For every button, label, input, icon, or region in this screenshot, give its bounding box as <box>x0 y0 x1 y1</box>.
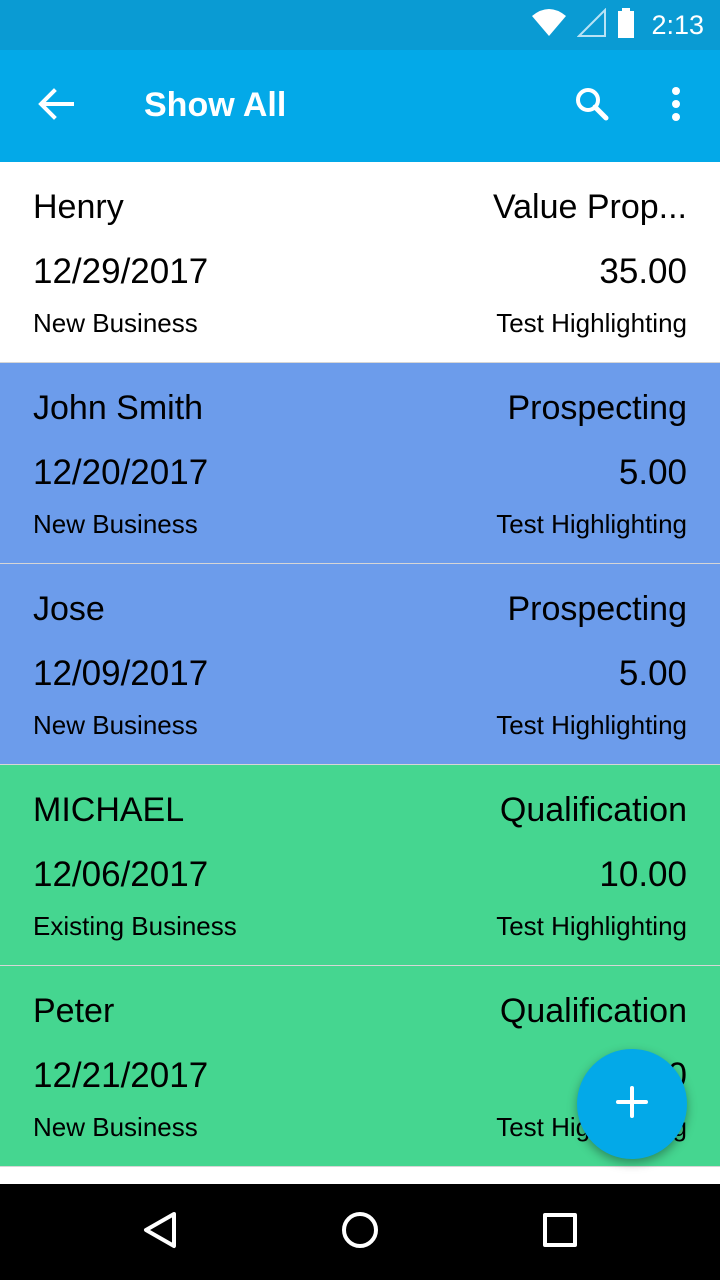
list-item[interactable]: John Smith Prospecting 12/20/2017 5.00 N… <box>0 363 720 564</box>
back-triangle-icon <box>140 1210 180 1255</box>
record-date: 12/20/2017 <box>33 453 209 492</box>
record-amount: 5.00 <box>618 453 687 492</box>
nav-recents-button[interactable] <box>524 1196 596 1268</box>
back-button[interactable] <box>24 78 88 134</box>
record-type: New Business <box>33 308 198 338</box>
record-name: John Smith <box>33 389 204 427</box>
page-title: Show All <box>144 86 287 124</box>
recents-square-icon <box>540 1210 580 1255</box>
record-type: New Business <box>33 509 198 539</box>
app-bar: Show All <box>0 50 720 162</box>
record-type: New Business <box>33 1112 198 1142</box>
record-name: Jose <box>33 590 105 628</box>
record-list[interactable]: Henry Value Prop... 12/29/2017 35.00 New… <box>0 162 720 1184</box>
more-options-button[interactable] <box>648 78 704 134</box>
nav-back-button[interactable] <box>124 1196 196 1268</box>
record-amount: 10.00 <box>599 855 687 894</box>
record-name: Peter <box>33 992 115 1030</box>
record-name: MICHAEL <box>33 791 185 829</box>
record-stage: Prospecting <box>507 590 687 628</box>
search-button[interactable] <box>560 78 624 134</box>
record-amount: 5.00 <box>618 654 687 693</box>
system-nav-bar <box>0 1184 720 1280</box>
record-type: New Business <box>33 710 198 740</box>
list-item[interactable]: Jose Prospecting 12/09/2017 5.00 New Bus… <box>0 564 720 765</box>
list-item[interactable]: MICHAEL Qualification 12/06/2017 10.00 E… <box>0 765 720 966</box>
record-tag: Test Highlighting <box>496 710 687 740</box>
add-icon <box>615 1085 649 1124</box>
home-circle-icon <box>340 1210 380 1255</box>
record-stage: Prospecting <box>507 389 687 427</box>
cell-signal-icon <box>577 7 607 43</box>
battery-icon <box>617 7 635 43</box>
record-tag: Test Highlighting <box>496 308 687 338</box>
record-date: 12/06/2017 <box>33 855 209 894</box>
record-date: 12/09/2017 <box>33 654 209 693</box>
add-record-button[interactable] <box>577 1049 687 1159</box>
back-arrow-icon <box>38 87 74 125</box>
wifi-icon <box>531 8 567 43</box>
record-stage: Qualification <box>499 791 687 829</box>
record-stage: Value Prop... <box>492 188 687 226</box>
nav-home-button[interactable] <box>324 1196 396 1268</box>
search-icon <box>574 86 610 127</box>
record-date: 12/29/2017 <box>33 252 209 291</box>
more-vert-icon <box>671 86 681 126</box>
record-tag: Test Highlighting <box>496 911 687 941</box>
status-icons: 2:13 <box>531 0 704 50</box>
record-stage: Qualification <box>499 992 687 1030</box>
record-type: Existing Business <box>33 911 237 941</box>
status-time: 2:13 <box>651 9 704 40</box>
record-tag: Test Highlighting <box>496 509 687 539</box>
record-amount: 35.00 <box>599 252 687 291</box>
record-date: 12/21/2017 <box>33 1056 209 1095</box>
record-name: Henry <box>33 188 124 226</box>
status-bar: 2:13 <box>0 0 720 50</box>
list-item[interactable]: Henry Value Prop... 12/29/2017 35.00 New… <box>0 162 720 363</box>
